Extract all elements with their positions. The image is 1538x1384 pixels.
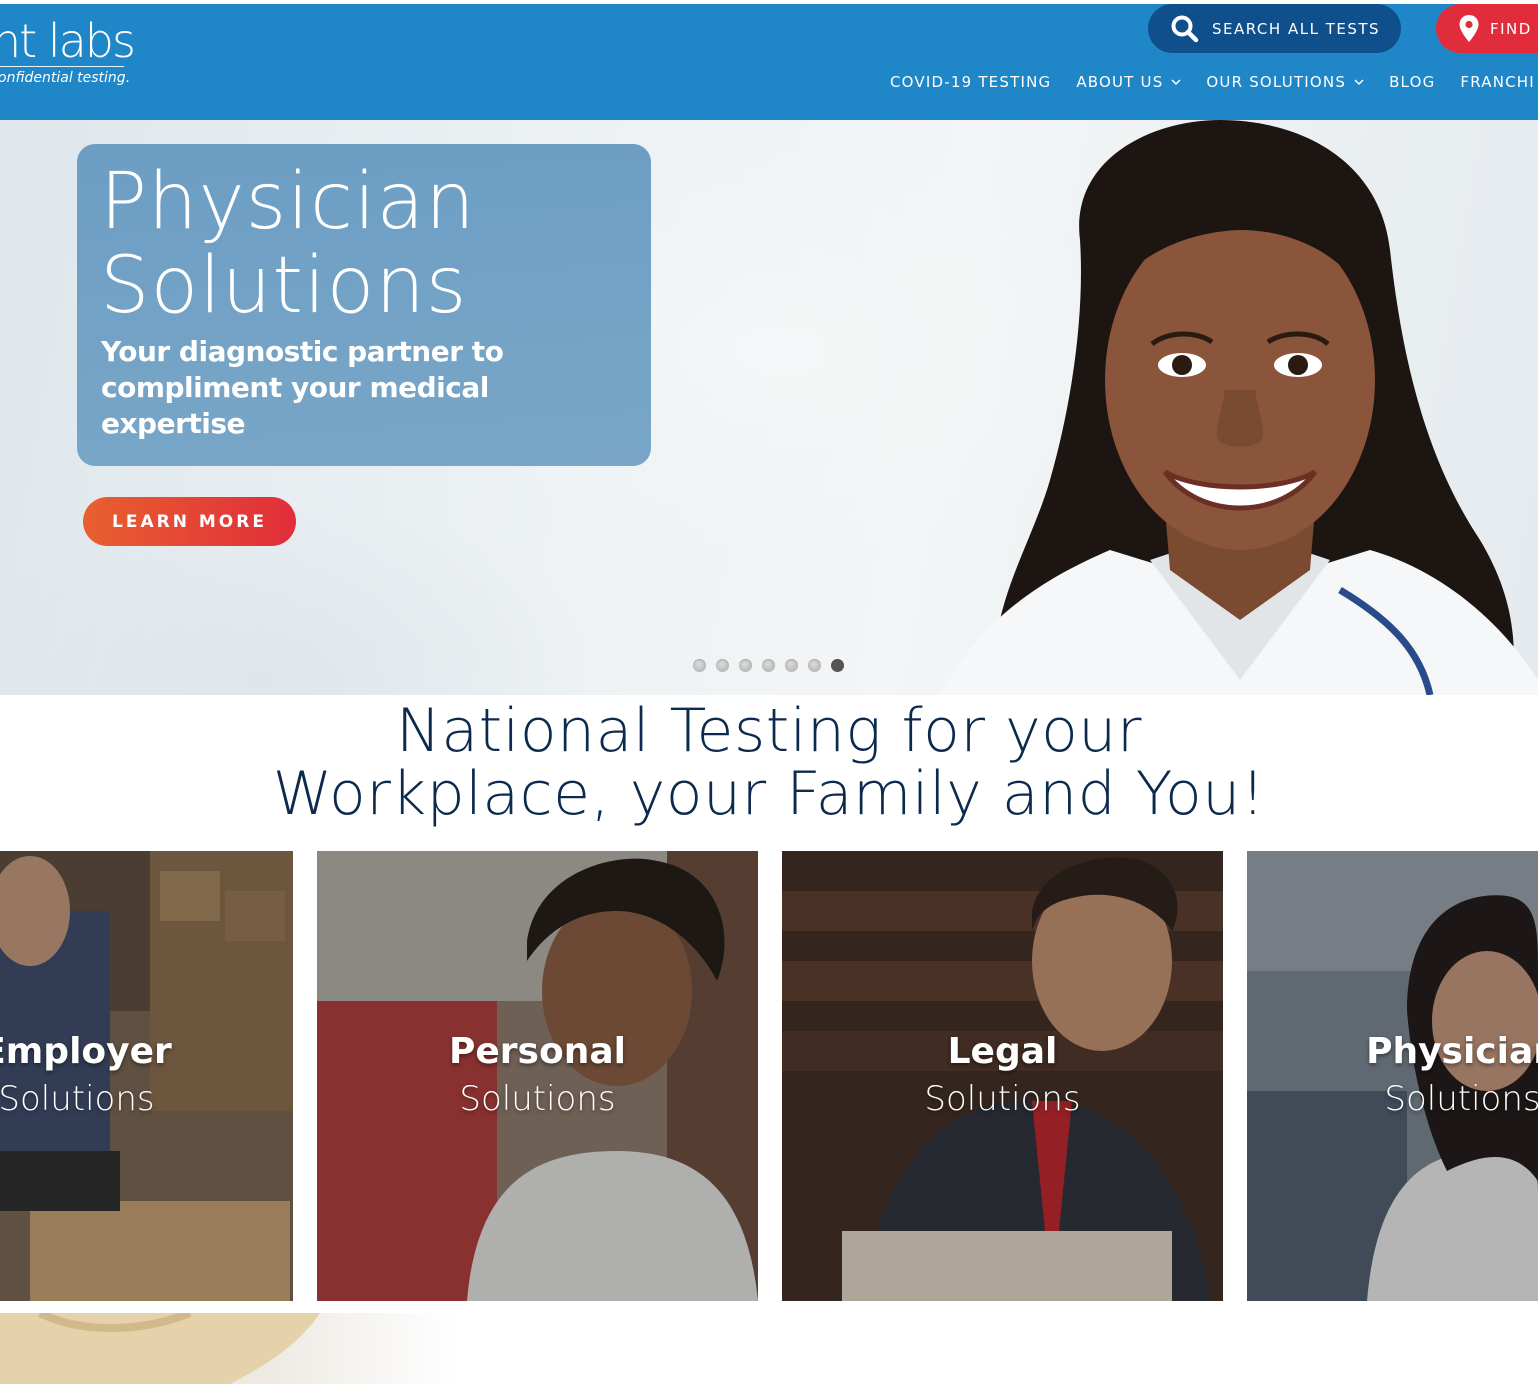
personal-solutions-card[interactable]: Personal Solutions [317,851,758,1301]
nav-label: COVID-19 TESTING [890,73,1052,91]
slider-pagination [693,659,854,672]
card-title: Personal [449,1031,626,1072]
slider-dot[interactable] [739,659,752,672]
site-header: nt labs onfidential testing. SEARCH ALL … [0,0,1538,120]
chevron-down-icon [1354,79,1364,86]
nav-label: ABOUT US [1076,73,1164,91]
hero-slider: Physician Solutions Your diagnostic part… [0,120,1538,695]
hero-doctor-photo [940,120,1538,695]
slider-dot[interactable] [785,659,798,672]
logo-divider [0,66,124,67]
nav-label: BLOG [1389,73,1436,91]
map-pin-icon [1459,14,1479,42]
slider-dot[interactable] [716,659,729,672]
chevron-down-icon [1171,79,1181,86]
employer-solutions-card[interactable]: Employer Solutions [0,851,293,1301]
card-title: Employer [0,1031,172,1072]
card-subtitle: Solutions [924,1079,1081,1119]
card-subtitle: Solutions [0,1079,155,1119]
find-location-label: FIND A [1490,19,1538,38]
hero-title-line-2: Solutions [100,241,468,331]
main-nav: COVID-19 TESTING ABOUT US OUR SOLUTIONS … [890,73,1538,91]
slider-dot[interactable] [693,659,706,672]
section-heading-line-2: Workplace, your Family and You! [272,759,1266,829]
card-title: Physician [1366,1031,1538,1072]
nav-our-solutions[interactable]: OUR SOLUTIONS [1206,73,1364,91]
nav-blog[interactable]: BLOG [1389,73,1435,91]
legal-solutions-card[interactable]: Legal Solutions [782,851,1223,1301]
learn-more-button[interactable]: LEARN MORE [83,497,296,546]
bottom-partial-photo [0,1313,455,1384]
card-overlay [317,851,758,1301]
slider-dot[interactable] [808,659,821,672]
card-overlay [1247,851,1538,1301]
nav-about-us[interactable]: ABOUT US [1076,73,1181,91]
search-all-tests-label: SEARCH ALL TESTS [1212,19,1381,38]
card-overlay [782,851,1223,1301]
nav-covid-19-testing[interactable]: COVID-19 TESTING [890,73,1051,91]
section-heading-line-1: National Testing for your [395,696,1142,766]
nav-label: FRANCHI [1460,73,1535,91]
slider-dot-active[interactable] [831,659,844,672]
search-icon [1171,15,1199,42]
physician-solutions-card[interactable]: Physician Solutions [1247,851,1538,1301]
hero-title: Physician Solutions [100,160,476,328]
hero-subtitle: Your diagnostic partner to compliment yo… [101,335,504,440]
search-all-tests-button[interactable]: SEARCH ALL TESTS [1148,4,1401,53]
hero-title-line-1: Physician [100,157,476,247]
nav-franchise[interactable]: FRANCHI [1460,73,1535,91]
find-location-button[interactable]: FIND A [1436,4,1538,53]
card-subtitle: Solutions [1384,1079,1538,1119]
logo-tagline: onfidential testing. [0,70,131,86]
card-subtitle: Solutions [459,1079,616,1119]
card-title: Legal [947,1031,1058,1072]
section-heading: National Testing for your Workplace, you… [0,700,1538,826]
nav-label: OUR SOLUTIONS [1206,73,1347,91]
logo[interactable]: nt labs [0,14,136,68]
slider-dot[interactable] [762,659,775,672]
card-overlay [0,851,293,1301]
